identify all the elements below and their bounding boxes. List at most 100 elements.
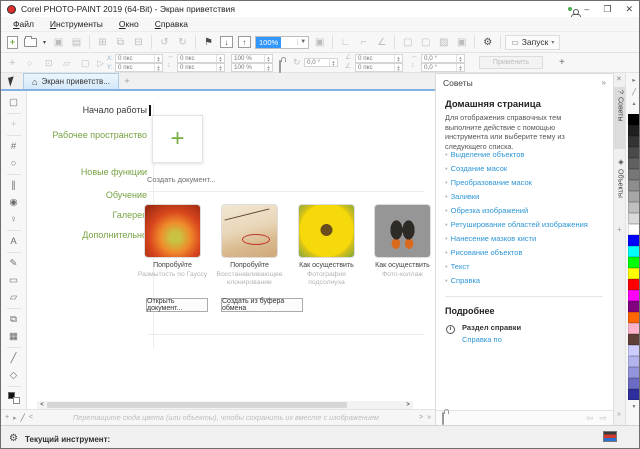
docker-strip-more[interactable]: » <box>617 411 621 418</box>
tips-link-crop-images[interactable]: •Обрезка изображений <box>445 206 528 215</box>
palette-swatch[interactable] <box>628 378 640 389</box>
zoom-tool[interactable]: ○ <box>4 155 24 172</box>
rotation-field[interactable]: 0,0 °▲▼ <box>304 58 338 67</box>
scale-y-field[interactable]: 100 %▲▼ <box>231 63 273 72</box>
palette-swatch[interactable] <box>628 257 640 268</box>
palette-swatch[interactable] <box>628 224 640 235</box>
scale-x-field[interactable]: 100 %▲▼ <box>231 54 273 63</box>
red-eye-removal-tool[interactable]: ◉ <box>4 194 24 211</box>
nav-gallery[interactable]: Галерея <box>37 210 147 220</box>
palette-bar-flyout[interactable]: ▸ <box>13 414 17 422</box>
collapse-docker-button[interactable]: » <box>602 78 606 87</box>
import-button[interactable]: ↓ <box>218 34 235 50</box>
nav-new-features[interactable]: Новые функции <box>37 167 147 177</box>
open-button[interactable] <box>22 34 39 50</box>
export-button[interactable]: ↑ <box>236 34 253 50</box>
crop-tool[interactable]: # <box>4 138 24 155</box>
palette-swatch[interactable] <box>628 125 640 136</box>
palette-bar-scroll-right[interactable]: > <box>419 414 423 421</box>
height-field[interactable]: 0 пкс▲▼ <box>177 63 225 72</box>
palette-swatch[interactable] <box>628 389 640 400</box>
paint-tool[interactable]: ✎ <box>4 255 24 272</box>
rectangle-mask-tool[interactable]: ▢ <box>4 94 24 111</box>
text-tool[interactable]: A <box>4 233 24 250</box>
minimize-button[interactable]: – <box>584 4 589 14</box>
background-color-swatch[interactable] <box>13 397 20 404</box>
palette-swatch[interactable] <box>628 301 640 312</box>
eyedropper-tool[interactable]: ╱ <box>4 350 24 367</box>
launch-button[interactable]: ▭ Запуск ▾ <box>505 35 560 50</box>
fill-tool[interactable]: ▦ <box>4 328 24 345</box>
mask-brush-tool[interactable]: ♀ <box>4 211 24 228</box>
palette-eyedropper-icon[interactable]: ╱ <box>626 88 640 96</box>
palette-swatch[interactable] <box>628 290 640 301</box>
angle-x-field[interactable]: 0,0 °▲▼ <box>421 54 465 63</box>
object-sprayer-tool[interactable]: ⧉ <box>4 311 24 328</box>
drop-shadow-tool[interactable]: ◇ <box>4 367 24 384</box>
palette-swatch[interactable] <box>628 114 640 125</box>
lock-icon[interactable] <box>442 413 444 424</box>
y-position-field[interactable]: 0 пкс▲▼ <box>115 63 163 72</box>
status-options-gear-icon[interactable]: ⚙ <box>9 433 18 444</box>
palette-bar-eyedropper-icon[interactable]: ╱ <box>21 414 25 422</box>
palette-swatch[interactable] <box>628 356 640 367</box>
create-document-card[interactable]: + <box>152 115 203 163</box>
palette-flyout-button[interactable]: ▸ <box>626 76 640 84</box>
close-docker-button[interactable]: ✕ <box>616 75 622 83</box>
tips-link-select-objects[interactable]: •Выделение объектов <box>445 150 524 159</box>
palette-bar-more[interactable]: » <box>427 414 431 421</box>
skew-y-field[interactable]: 0 пкс▲▼ <box>355 63 403 72</box>
new-document-button[interactable]: + <box>4 34 21 50</box>
card-photo-collage[interactable] <box>374 204 431 258</box>
zoom-combo-caret-icon[interactable]: ▼ <box>297 39 308 45</box>
tips-link-help[interactable]: •Справка <box>445 276 480 285</box>
angle-y-field[interactable]: 0,0 °▲▼ <box>421 63 465 72</box>
palette-swatch[interactable] <box>628 180 640 191</box>
welcome-tab[interactable]: ⌂ Экран приветств... <box>23 73 119 89</box>
hscroll-right-arrow[interactable]: > <box>403 402 413 408</box>
nav-workspace[interactable]: Рабочее пространство <box>37 130 147 140</box>
tips-link-fills[interactable]: •Заливки <box>445 192 479 201</box>
nav-get-started[interactable]: Начало работы <box>37 105 147 115</box>
add-control-button[interactable]: + <box>559 57 565 68</box>
menu-item-window[interactable]: Окно <box>112 18 146 30</box>
add-docker-button[interactable]: + <box>617 225 622 234</box>
options-button[interactable]: ⚙ <box>479 34 496 50</box>
menu-item-file[interactable]: Файл <box>6 18 41 30</box>
palette-swatch[interactable] <box>628 202 640 213</box>
open-caret[interactable]: ▾ <box>40 34 49 50</box>
palette-swatch[interactable] <box>628 147 640 158</box>
palette-scroll-up[interactable]: ▲ <box>626 101 640 107</box>
tips-link-brushstrokes[interactable]: •Нанесение мазков кисти <box>445 234 536 243</box>
menu-item-help[interactable]: Справка <box>148 18 195 30</box>
nav-learning[interactable]: Обучение <box>37 190 147 200</box>
hscroll-left-arrow[interactable]: < <box>37 402 47 408</box>
zoom-level-combo[interactable]: 100% ▼ <box>255 36 309 49</box>
tips-link-create-masks[interactable]: •Создание масок <box>445 164 507 173</box>
clone-tool[interactable]: ∥ <box>4 177 24 194</box>
color-control[interactable] <box>4 389 24 406</box>
card-healing-clone[interactable] <box>221 204 278 258</box>
nav-extras[interactable]: Дополнительно <box>37 230 147 240</box>
palette-swatch[interactable] <box>628 246 640 257</box>
palette-swatch[interactable] <box>628 367 640 378</box>
palette-swatch[interactable] <box>628 158 640 169</box>
tips-link-text[interactable]: •Текст <box>445 262 470 271</box>
width-field[interactable]: 0 пкс▲▼ <box>177 54 225 63</box>
palette-swatch[interactable] <box>628 191 640 202</box>
tips-link-retouch[interactable]: •Ретуширование областей изображения <box>445 220 588 229</box>
palette-swatch[interactable] <box>628 345 640 356</box>
tips-link-transform-masks[interactable]: •Преобразование масок <box>445 178 532 187</box>
create-from-clipboard-button[interactable]: Создать из буфера обмена <box>221 298 303 312</box>
card-gaussian-blur[interactable] <box>144 204 201 258</box>
palette-swatch[interactable] <box>628 279 640 290</box>
hscroll-track[interactable]: < > <box>37 401 413 409</box>
palette-swatch[interactable] <box>628 312 640 323</box>
add-toolbox-button[interactable]: + <box>5 414 9 421</box>
palette-swatch[interactable] <box>628 268 640 279</box>
palette-swatch[interactable] <box>628 235 640 246</box>
palette-swatch[interactable] <box>628 136 640 147</box>
palette-swatch[interactable] <box>628 213 640 224</box>
rectangle-tool[interactable]: ▭ <box>4 272 24 289</box>
close-button[interactable]: ✕ <box>625 4 633 15</box>
